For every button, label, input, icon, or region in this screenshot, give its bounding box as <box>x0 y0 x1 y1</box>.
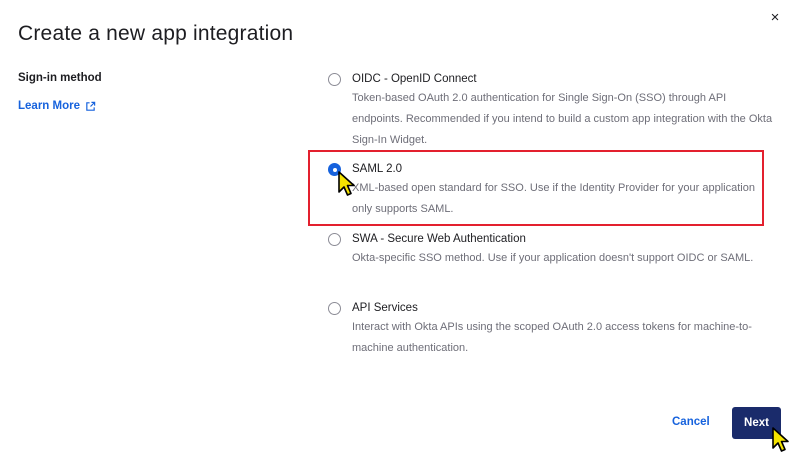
cancel-button[interactable]: Cancel <box>672 416 710 428</box>
option-label: API Services <box>352 302 418 314</box>
close-button[interactable]: × <box>766 8 784 26</box>
option-description: Okta-specific SSO method. Use if your ap… <box>352 252 754 264</box>
mouse-pointer-icon <box>338 171 355 196</box>
option-label: SWA - Secure Web Authentication <box>352 233 526 245</box>
option-api-services[interactable]: API Services Interact with Okta APIs usi… <box>328 299 778 359</box>
radio-api-services[interactable] <box>328 302 341 315</box>
dialog-title: Create a new app integration <box>18 22 294 45</box>
signin-section: Sign-in method Learn More <box>18 72 102 112</box>
option-description: Token-based OAuth 2.0 authentication for… <box>352 92 773 146</box>
radio-oidc[interactable] <box>328 73 341 86</box>
radio-swa[interactable] <box>328 233 341 246</box>
external-link-icon <box>86 101 96 111</box>
learn-more-label: Learn More <box>18 100 80 112</box>
close-icon: × <box>770 8 780 26</box>
signin-method-label: Sign-in method <box>18 72 102 84</box>
learn-more-link[interactable]: Learn More <box>18 100 102 112</box>
mouse-pointer-icon <box>772 427 789 452</box>
option-description: Interact with Okta APIs using the scoped… <box>352 321 752 354</box>
option-label: OIDC - OpenID Connect <box>352 73 477 85</box>
selection-highlight <box>308 150 764 226</box>
option-oidc[interactable]: OIDC - OpenID Connect Token-based OAuth … <box>328 70 778 150</box>
option-swa[interactable]: SWA - Secure Web Authentication Okta-spe… <box>328 230 778 289</box>
